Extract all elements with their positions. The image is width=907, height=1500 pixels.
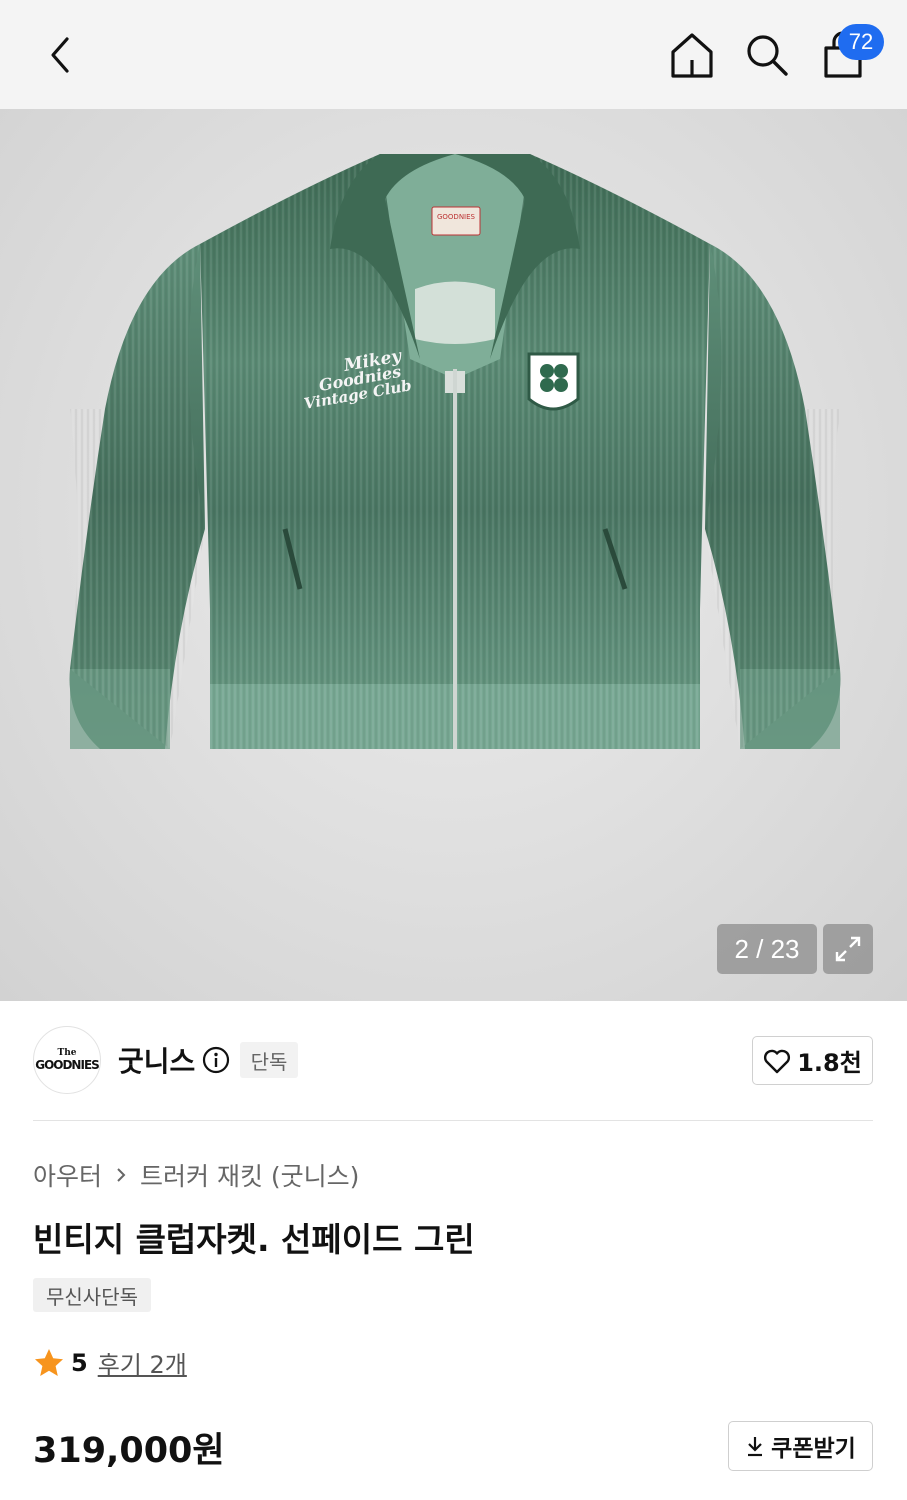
top-nav-bar: 72 [0, 0, 907, 109]
product-price: 319,000원 [33, 1431, 225, 1471]
rating-value: 5 [71, 1348, 88, 1377]
collar-label: GOODNIES [437, 213, 476, 221]
star-icon [35, 1348, 63, 1376]
image-counter: 2 / 23 [717, 924, 817, 974]
cart-count-badge: 72 [838, 24, 884, 60]
search-icon [747, 35, 788, 76]
brand-info-button[interactable] [202, 1046, 230, 1074]
info-icon [202, 1046, 230, 1074]
coupon-button[interactable]: 쿠폰받기 [728, 1421, 873, 1471]
product-title: 빈티지 클럽자켓. 선페이드 그린 [33, 1220, 475, 1259]
home-icon [671, 33, 713, 78]
home-button[interactable] [666, 28, 718, 82]
breadcrumb-subcategory[interactable]: 트러커 재킷 (굿니스) [140, 1157, 359, 1193]
brand-name[interactable]: 굿니스 [118, 1040, 195, 1080]
reviews-link[interactable]: 후기 2개 [98, 1345, 187, 1380]
store-exclusive-tag: 무신사단독 [33, 1278, 151, 1312]
rating-row: 5 후기 2개 [33, 1345, 187, 1380]
like-count: 1.8천 [797, 1049, 862, 1077]
breadcrumb-category[interactable]: 아우터 [33, 1157, 102, 1193]
chevron-left-icon [51, 37, 69, 73]
back-button[interactable] [36, 30, 86, 80]
brand-logo[interactable]: The GOODNIES [33, 1026, 101, 1094]
expand-image-button[interactable] [823, 924, 873, 974]
download-icon [748, 1437, 763, 1457]
coupon-label: 쿠폰받기 [771, 1436, 856, 1462]
brand-logo-word: GOODNIES [35, 1057, 100, 1072]
search-button[interactable] [741, 28, 793, 82]
divider [33, 1120, 873, 1121]
brand-logo-top: The [57, 1047, 77, 1058]
breadcrumb: 아우터 트러커 재킷 (굿니스) [33, 1157, 359, 1193]
chevron-right-icon [114, 1166, 128, 1184]
heart-icon [764, 1049, 791, 1073]
like-button[interactable]: 1.8천 [752, 1036, 873, 1085]
product-image-gallery[interactable]: GOODNIES Mikey Goodnies Vintage Club [0, 109, 907, 1001]
product-image: GOODNIES Mikey Goodnies Vintage Club [69, 154, 841, 749]
exclusive-tag: 단독 [240, 1042, 298, 1078]
expand-icon [835, 936, 861, 962]
